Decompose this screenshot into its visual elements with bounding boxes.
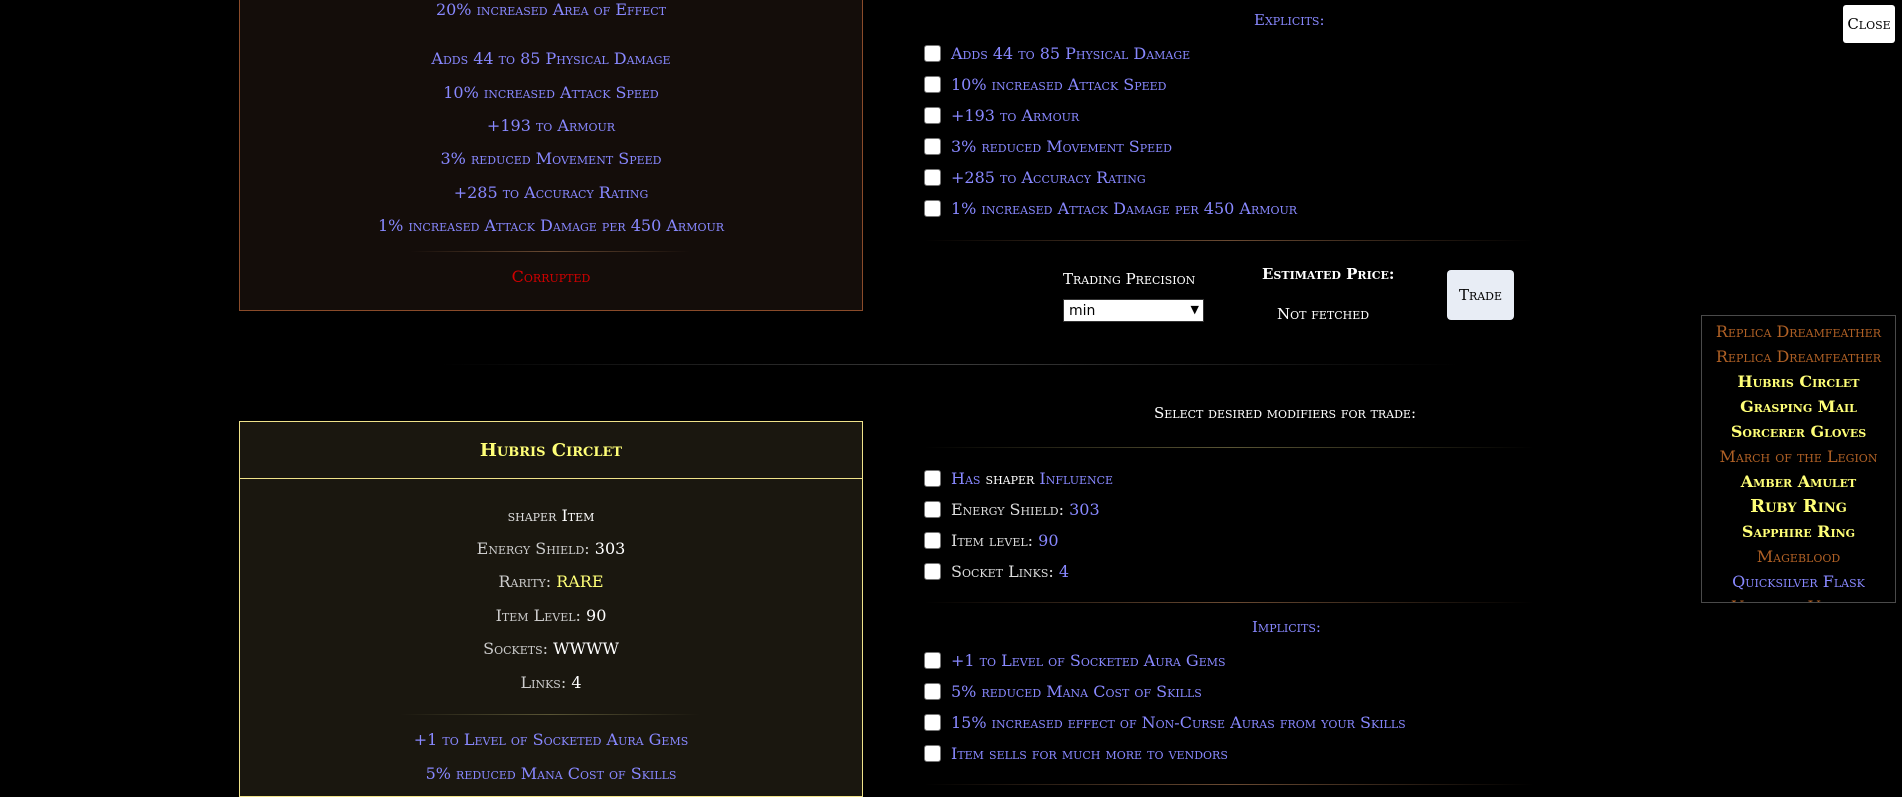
checkbox[interactable]: [924, 683, 941, 700]
item-list-entry[interactable]: Grasping Mail: [1702, 394, 1895, 419]
implicit-option[interactable]: +1 to Level of Socketed Aura Gems: [924, 651, 1226, 670]
implicit-option[interactable]: 15% increased effect of Non-Curse Auras …: [924, 713, 1406, 732]
top-item-mod: 3% reduced Movement Speed: [440, 149, 662, 168]
item-list-entry[interactable]: Replica Dreamfeather: [1702, 344, 1895, 369]
top-item-mod: Adds 44 to 85 Physical Damage: [431, 49, 671, 68]
select-modifiers-divider: [924, 447, 1534, 448]
implicits-divider: [924, 784, 1534, 785]
prop-option-socket-links[interactable]: Socket Links: 4: [924, 562, 1069, 581]
explicit-option[interactable]: +285 to Accuracy Rating: [924, 168, 1146, 187]
explicit-option[interactable]: Adds 44 to 85 Physical Damage: [924, 44, 1190, 63]
item-rarity: Rarity: RARE: [498, 572, 604, 591]
close-button[interactable]: Close: [1843, 5, 1895, 43]
checkbox[interactable]: [924, 501, 941, 518]
item-level: Item Level: 90: [495, 606, 607, 625]
checkbox[interactable]: [924, 107, 941, 124]
select-modifiers-heading: Select desired modifiers for trade:: [1154, 404, 1416, 422]
estimated-price-label: Estimated Price:: [1262, 265, 1395, 283]
item-list-entry[interactable]: Quicksilver Flask: [1702, 569, 1895, 594]
explicit-option[interactable]: +193 to Armour: [924, 106, 1079, 125]
trade-button[interactable]: Trade: [1447, 270, 1514, 320]
item-list-entry[interactable]: Vessel of Vinktar: [1702, 594, 1895, 602]
checkbox[interactable]: [924, 76, 941, 93]
item-divider: [400, 714, 700, 715]
top-item-mod: +285 to Accuracy Rating: [453, 183, 649, 202]
item-list-entry[interactable]: Mageblood: [1702, 544, 1895, 569]
trading-precision-label: Trading Precision: [1063, 270, 1196, 288]
corrupted-label: Corrupted: [511, 267, 591, 286]
explicit-option[interactable]: 3% reduced Movement Speed: [924, 137, 1172, 156]
prop-option-influence[interactable]: Has shaper Influence: [924, 469, 1113, 488]
top-item-mod: 1% increased Attack Damage per 450 Armou…: [377, 216, 725, 235]
item-list-entry[interactable]: Sapphire Ring: [1702, 519, 1895, 544]
checkbox[interactable]: [924, 169, 941, 186]
explicit-option[interactable]: 1% increased Attack Damage per 450 Armou…: [924, 199, 1297, 218]
prop-option-energy-shield[interactable]: Energy Shield: 303: [924, 500, 1100, 519]
top-item-partial-mod: 20% increased Area of Effect: [435, 0, 667, 19]
trading-precision-select[interactable]: min ▼: [1063, 299, 1204, 322]
section-divider: [440, 364, 1460, 365]
item-energy-shield: Energy Shield: 303: [476, 539, 626, 558]
item-implicit: +1 to Level of Socketed Aura Gems: [413, 730, 689, 749]
item-links: Links: 4: [520, 673, 582, 692]
checkbox[interactable]: [924, 714, 941, 731]
checkbox[interactable]: [924, 470, 941, 487]
item-list-entry[interactable]: March of the Legion: [1702, 444, 1895, 469]
item-list-sidebar[interactable]: Replica Dreamfeather Replica Dreamfeathe…: [1701, 315, 1896, 603]
item-name: Hubris Circlet: [479, 439, 623, 461]
implicit-option[interactable]: 5% reduced Mana Cost of Skills: [924, 682, 1202, 701]
item-list-entry[interactable]: Replica Dreamfeather: [1702, 319, 1895, 344]
item-list-entry[interactable]: Sorcerer Gloves: [1702, 419, 1895, 444]
item-list-entry[interactable]: Ruby Ring: [1702, 494, 1895, 519]
top-item-mod: +193 to Armour: [486, 116, 616, 135]
chevron-down-icon: ▼: [1190, 303, 1199, 316]
prop-option-item-level[interactable]: Item level: 90: [924, 531, 1059, 550]
item-influence-line: shaper Item: [507, 506, 595, 525]
top-item-mod: 10% increased Attack Speed: [443, 83, 659, 102]
item-header: Hubris Circlet: [240, 422, 862, 479]
implicits-heading: Implicits:: [1252, 618, 1321, 636]
explicits-divider: [924, 240, 1534, 241]
checkbox[interactable]: [924, 138, 941, 155]
checkbox[interactable]: [924, 45, 941, 62]
checkbox[interactable]: [924, 745, 941, 762]
top-item-divider: [410, 251, 690, 252]
item-implicit: 5% reduced Mana Cost of Skills: [425, 764, 677, 783]
explicits-heading: Explicits:: [1254, 11, 1325, 29]
item-list-entry[interactable]: Amber Amulet: [1702, 469, 1895, 494]
item-list-entry[interactable]: Hubris Circlet: [1702, 369, 1895, 394]
item-sockets: Sockets: WWWW: [483, 639, 619, 658]
checkbox[interactable]: [924, 200, 941, 217]
props-divider: [924, 602, 1534, 603]
checkbox[interactable]: [924, 652, 941, 669]
estimated-price-value: Not fetched: [1277, 305, 1370, 323]
checkbox[interactable]: [924, 532, 941, 549]
explicit-option[interactable]: 10% increased Attack Speed: [924, 75, 1167, 94]
checkbox[interactable]: [924, 563, 941, 580]
implicit-option[interactable]: Item sells for much more to vendors: [924, 744, 1228, 763]
